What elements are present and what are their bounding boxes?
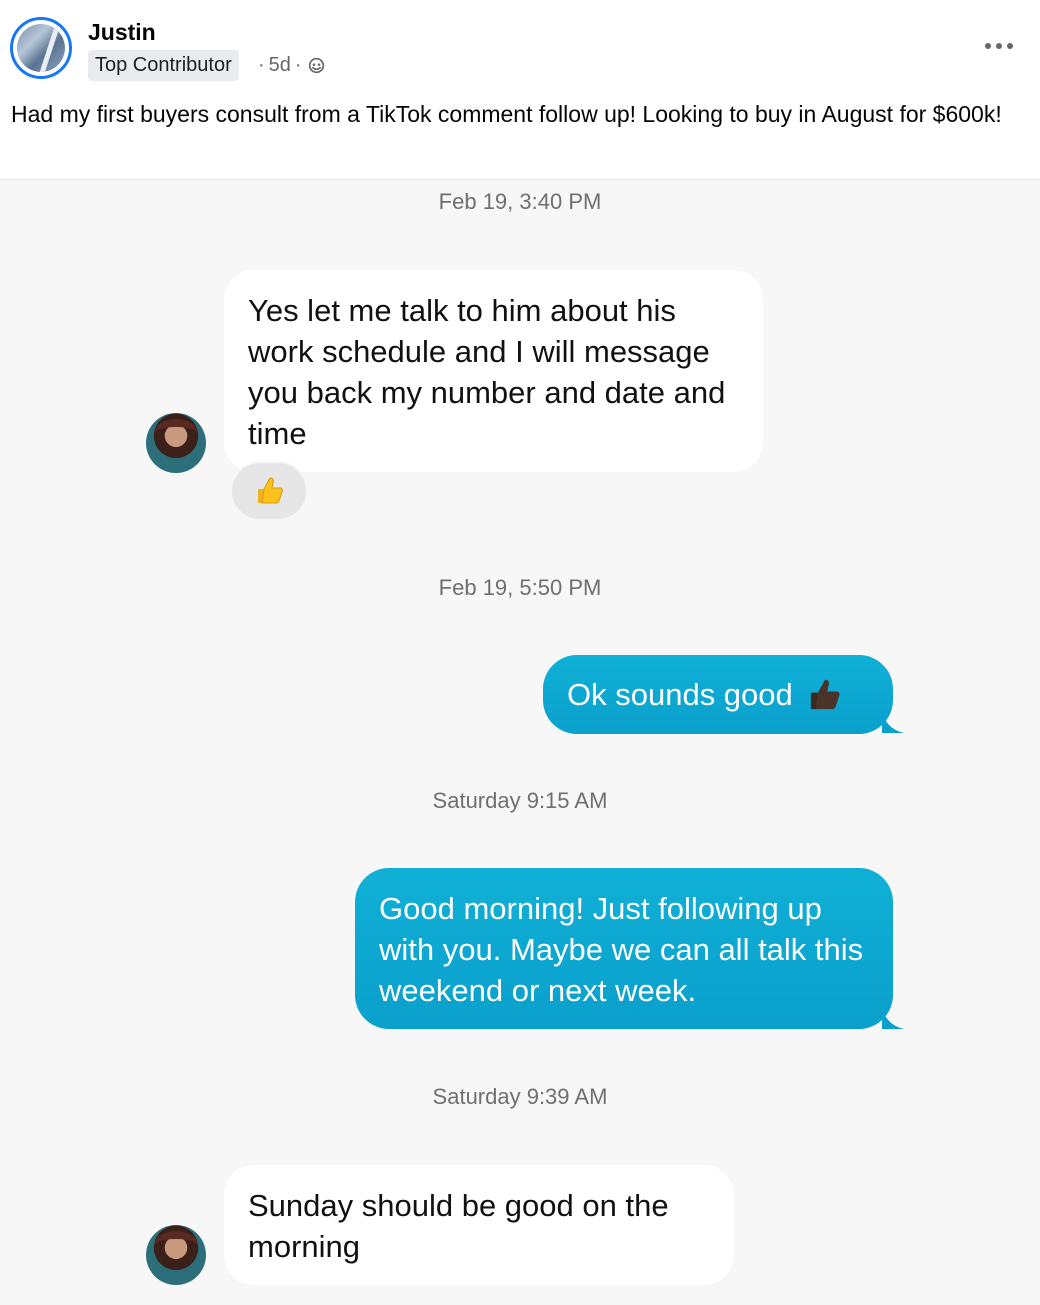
- post-age[interactable]: 5d: [269, 54, 291, 77]
- message-timestamp: Saturday 9:39 AM: [432, 1084, 608, 1109]
- globe-icon[interactable]: [308, 57, 325, 74]
- bubble-tail: [882, 711, 904, 733]
- incoming-message: Yes let me talk to him about his work sc…: [224, 270, 763, 472]
- thumbs-up-icon: [258, 477, 283, 504]
- screenshot-image: Feb 19, 3:40 PM Yes let me talk to him a…: [0, 179, 1040, 1305]
- author-avatar[interactable]: [10, 17, 72, 79]
- message-timestamp: Feb 19, 3:40 PM: [438, 189, 602, 214]
- incoming-message: Sunday should be good on the morning: [224, 1165, 734, 1285]
- message-text: Ok sounds good: [567, 677, 793, 712]
- contact-avatar: [146, 413, 206, 473]
- author-name[interactable]: Justin: [88, 19, 156, 46]
- avatar-photo: [17, 24, 65, 72]
- message-timestamp: Feb 19, 5:50 PM: [438, 575, 602, 600]
- post-meta: · 5d ·: [258, 54, 325, 77]
- meta-separator: ·: [258, 54, 265, 76]
- top-contributor-badge: Top Contributor: [88, 50, 239, 81]
- message-timestamp: Saturday 9:15 AM: [432, 788, 608, 813]
- outgoing-message: Ok sounds good: [543, 655, 893, 734]
- bubble-tail: [882, 1007, 904, 1029]
- more-horizontal-icon[interactable]: [984, 32, 1014, 56]
- outgoing-message: Good morning! Just following up with you…: [355, 868, 893, 1029]
- meta-separator: ·: [294, 54, 302, 76]
- post-text: Had my first buyers consult from a TikTo…: [11, 101, 1002, 127]
- post-header: Justin Top Contributor · 5d ·: [0, 0, 1040, 95]
- thumbs-up-reaction: [230, 461, 308, 521]
- thumbs-up-dark-icon: [810, 679, 840, 709]
- contact-avatar: [146, 1225, 206, 1285]
